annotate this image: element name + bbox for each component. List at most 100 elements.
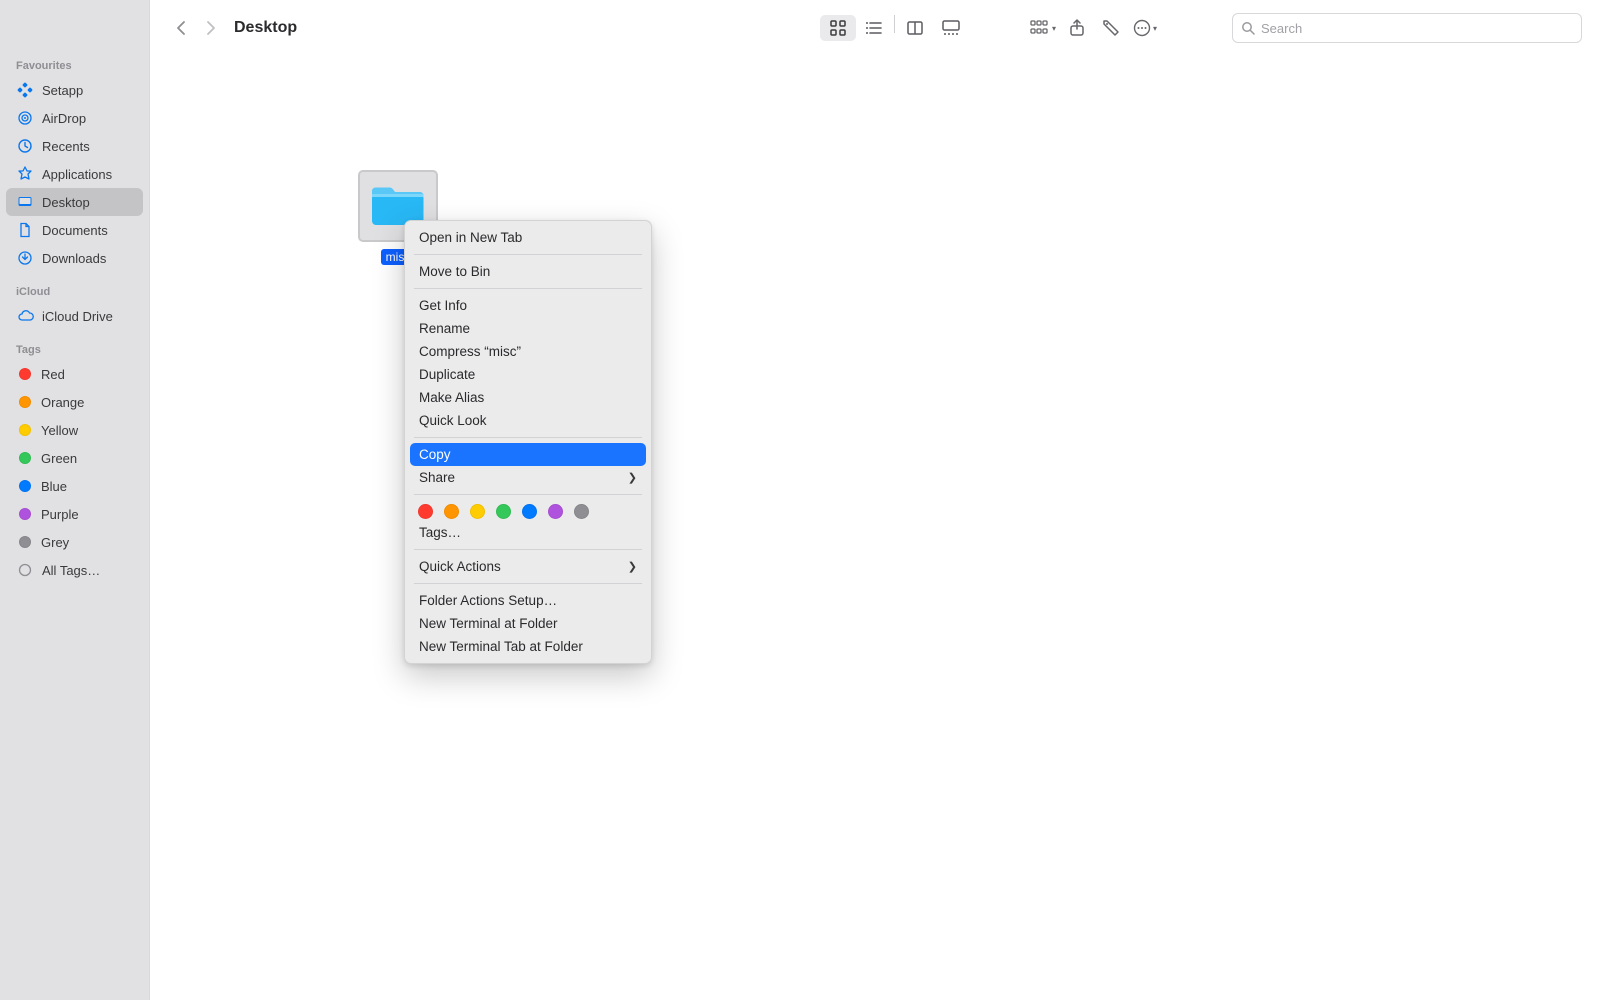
ctx-folder-actions[interactable]: Folder Actions Setup… (410, 589, 646, 612)
view-mode-switch (818, 13, 971, 43)
sidebar-tag-blue[interactable]: Blue (6, 472, 143, 500)
downloads-icon (16, 249, 34, 267)
ctx-tag-orange[interactable] (444, 504, 459, 519)
sidebar-tag-grey[interactable]: Grey (6, 528, 143, 556)
tag-dot-icon (19, 424, 31, 436)
ctx-quick-actions[interactable]: Quick Actions ❯ (410, 555, 646, 578)
ctx-open-new-tab[interactable]: Open in New Tab (410, 226, 646, 249)
sidebar-item-label: Downloads (42, 251, 106, 266)
separator (414, 549, 642, 550)
sidebar-item-label: All Tags… (42, 563, 100, 578)
chevron-down-icon: ▾ (1153, 24, 1157, 33)
tag-dot-icon (19, 452, 31, 464)
sidebar-item-label: Desktop (42, 195, 90, 210)
separator (414, 288, 642, 289)
sidebar-item-label: Blue (41, 479, 67, 494)
ctx-new-terminal-tab[interactable]: New Terminal Tab at Folder (410, 635, 646, 658)
nav-forward-button[interactable] (196, 14, 224, 42)
sidebar-section-icloud: iCloud iCloud Drive (6, 284, 143, 330)
sidebar: Favourites Setapp AirDrop Recents (0, 0, 150, 1000)
sidebar-item-desktop[interactable]: Desktop (6, 188, 143, 216)
finder-window: Favourites Setapp AirDrop Recents (0, 0, 1600, 1000)
sidebar-item-documents[interactable]: Documents (6, 216, 143, 244)
sidebar-tag-yellow[interactable]: Yellow (6, 416, 143, 444)
sidebar-item-label: Recents (42, 139, 90, 154)
view-gallery-button[interactable] (933, 15, 969, 41)
search-icon (1241, 21, 1255, 35)
chevron-right-icon: ❯ (628, 471, 637, 484)
sidebar-section-favourites: Favourites Setapp AirDrop Recents (6, 58, 143, 272)
sidebar-item-label: Grey (41, 535, 69, 550)
sidebar-section-tags: Tags Red Orange Yellow Green Blue (6, 342, 143, 584)
sidebar-item-setapp[interactable]: Setapp (6, 76, 143, 104)
sidebar-tag-orange[interactable]: Orange (6, 388, 143, 416)
sidebar-item-recents[interactable]: Recents (6, 132, 143, 160)
ctx-make-alias[interactable]: Make Alias (410, 386, 646, 409)
sidebar-item-airdrop[interactable]: AirDrop (6, 104, 143, 132)
tags-button[interactable] (1094, 14, 1128, 42)
ctx-move-to-bin[interactable]: Move to Bin (410, 260, 646, 283)
tag-dot-icon (19, 536, 31, 548)
ctx-tag-yellow[interactable] (470, 504, 485, 519)
nav-back-button[interactable] (168, 14, 196, 42)
ctx-tag-grey[interactable] (574, 504, 589, 519)
separator (414, 583, 642, 584)
cloud-icon (16, 307, 34, 325)
main-area: Desktop (150, 0, 1600, 1000)
sidebar-item-label: Red (41, 367, 65, 382)
ctx-share[interactable]: Share ❯ (410, 466, 646, 489)
separator (414, 437, 642, 438)
documents-icon (16, 221, 34, 239)
sidebar-tag-purple[interactable]: Purple (6, 500, 143, 528)
ctx-duplicate[interactable]: Duplicate (410, 363, 646, 386)
tag-dot-icon (19, 368, 31, 380)
more-actions-button[interactable]: ▾ (1128, 14, 1162, 42)
tag-dot-icon (19, 508, 31, 520)
sidebar-tag-red[interactable]: Red (6, 360, 143, 388)
section-label: Favourites (6, 58, 143, 76)
ctx-tag-blue[interactable] (522, 504, 537, 519)
section-label: Tags (6, 342, 143, 360)
sidebar-item-label: Setapp (42, 83, 83, 98)
all-tags-icon (16, 561, 34, 579)
sidebar-item-all-tags[interactable]: All Tags… (6, 556, 143, 584)
content-pane[interactable]: misc Open in New Tab Move to Bin Get Inf… (150, 56, 1600, 1000)
ctx-tag-green[interactable] (496, 504, 511, 519)
airdrop-icon (16, 109, 34, 127)
chevron-down-icon: ▾ (1052, 24, 1056, 33)
ctx-tag-red[interactable] (418, 504, 433, 519)
view-columns-button[interactable] (897, 15, 933, 41)
separator (414, 254, 642, 255)
ctx-compress[interactable]: Compress “misc” (410, 340, 646, 363)
sidebar-item-applications[interactable]: Applications (6, 160, 143, 188)
sidebar-item-icloud-drive[interactable]: iCloud Drive (6, 302, 143, 330)
ctx-tag-colors (410, 500, 646, 521)
sidebar-tag-green[interactable]: Green (6, 444, 143, 472)
view-list-button[interactable] (856, 15, 892, 41)
ctx-rename[interactable]: Rename (410, 317, 646, 340)
ctx-tag-purple[interactable] (548, 504, 563, 519)
sidebar-item-label: Green (41, 451, 77, 466)
sidebar-item-downloads[interactable]: Downloads (6, 244, 143, 272)
ctx-new-terminal[interactable]: New Terminal at Folder (410, 612, 646, 635)
search-input[interactable] (1261, 21, 1573, 36)
tag-dot-icon (19, 396, 31, 408)
share-button[interactable] (1060, 14, 1094, 42)
desktop-icon (16, 193, 34, 211)
applications-icon (16, 165, 34, 183)
sidebar-item-label: Documents (42, 223, 108, 238)
ctx-quick-look[interactable]: Quick Look (410, 409, 646, 432)
ctx-get-info[interactable]: Get Info (410, 294, 646, 317)
toolbar: Desktop (150, 0, 1600, 56)
recents-icon (16, 137, 34, 155)
context-menu: Open in New Tab Move to Bin Get Info Ren… (404, 220, 652, 664)
sidebar-item-label: iCloud Drive (42, 309, 113, 324)
chevron-right-icon: ❯ (628, 560, 637, 573)
ctx-copy[interactable]: Copy (410, 443, 646, 466)
search-field[interactable] (1232, 13, 1582, 43)
page-title: Desktop (234, 19, 297, 37)
ctx-tags[interactable]: Tags… (410, 521, 646, 544)
sidebar-item-label: Yellow (41, 423, 78, 438)
group-by-button[interactable]: ▾ (1026, 14, 1060, 42)
view-icons-button[interactable] (820, 15, 856, 41)
